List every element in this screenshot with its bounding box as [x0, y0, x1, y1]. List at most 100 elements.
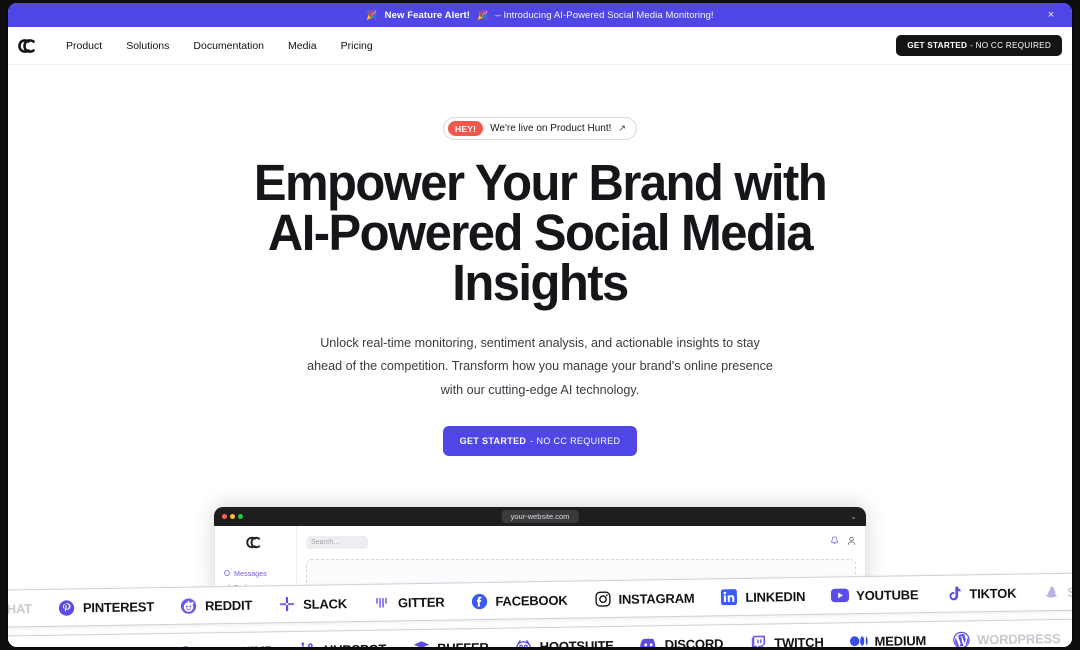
headline-line-3: Insights	[452, 253, 629, 311]
nav-get-started-button[interactable]: GET STARTED - NO CC REQUIRED	[896, 35, 1062, 56]
product-hunt-badge[interactable]: HEY! We're live on Product Hunt! ↗	[443, 117, 637, 140]
logo-item-label: WORDPRESS	[8, 646, 44, 647]
mockup-toolbar-icons	[830, 533, 856, 551]
linkedin-icon	[720, 588, 738, 606]
mockup-brand-logo-icon	[224, 536, 289, 554]
minimize-window-dot[interactable]	[230, 514, 235, 519]
close-window-dot[interactable]	[222, 514, 227, 519]
instagram-icon	[593, 590, 611, 608]
logo-item[interactable]: GITTER	[373, 593, 445, 612]
logo-item-label: MEDIUM	[874, 632, 927, 647]
logo-item[interactable]: SHOPIFY	[69, 643, 150, 647]
wordpress-icon	[952, 630, 970, 647]
logo-item-label: YOUTUBE	[856, 586, 919, 603]
logo-item[interactable]: LINKEDIN	[720, 587, 805, 606]
reddit-icon	[180, 596, 198, 614]
logo-item-label: HOOTSUITE	[539, 637, 614, 647]
logo-item-label: WORDPRESS	[976, 630, 1061, 647]
twitch-icon	[749, 634, 767, 647]
bell-icon[interactable]	[830, 533, 839, 551]
external-link-icon: ↗	[618, 123, 626, 133]
logo-item-label: PINTEREST	[82, 598, 155, 615]
announcement-banner: 🎉 New Feature Alert! 🎉 – Introducing AI-…	[8, 3, 1072, 27]
badge-hey-pill: HEY!	[448, 121, 484, 136]
gitter-icon	[373, 593, 391, 611]
logo-item[interactable]: TWITCH	[749, 633, 824, 647]
logo-item-label: SHOPIFY	[94, 645, 150, 647]
logo-item-label: GITTER	[397, 594, 445, 610]
logo-item[interactable]: TIKTOK	[944, 584, 1016, 603]
nav-item-solutions[interactable]: Solutions	[126, 40, 169, 52]
pinterest-icon	[58, 598, 76, 616]
banner-headline: New Feature Alert!	[384, 9, 471, 21]
logo-item[interactable]: SLACK	[278, 594, 347, 613]
nav-links: Product Solutions Documentation Media Pr…	[66, 40, 373, 52]
logo-item-label: SLACK	[303, 595, 348, 612]
logo-item[interactable]: FACEBOOK	[470, 591, 568, 611]
brand-logo-icon[interactable]	[16, 33, 46, 59]
logo-item[interactable]: REDDIT	[180, 596, 252, 615]
nav-cta-strong: GET STARTED	[907, 41, 968, 50]
logo-item[interactable]: YOUTUBE	[831, 585, 918, 604]
logo-item[interactable]: PCHAT	[8, 599, 32, 618]
facebook-icon	[470, 592, 488, 610]
logo-item[interactable]: WORDPRESS	[952, 629, 1061, 647]
sidebar-item-label: Messages	[234, 568, 267, 578]
maximize-window-dot[interactable]	[238, 514, 243, 519]
headline-line-2: AI-Powered Social Media	[267, 203, 814, 261]
buffer-icon	[412, 639, 430, 647]
youtube-icon	[831, 586, 850, 604]
logo-item-label: INSTAGRAM	[618, 590, 695, 607]
headline-line-1: Empower Your Brand with	[253, 154, 828, 211]
mockup-toolbar: Search...	[306, 533, 856, 551]
banner-subtext: – Introducing AI-Powered Social Media Mo…	[495, 9, 714, 21]
nav-item-product[interactable]: Product	[66, 40, 102, 52]
logo-item[interactable]: BUFFER	[412, 638, 489, 647]
logo-item-label: MAILCHIMP	[201, 643, 273, 647]
logo-item-label: HUBSPOT	[324, 641, 386, 647]
logo-item-label: TWITCH	[774, 634, 824, 647]
logo-item-label: LINKEDIN	[745, 588, 806, 605]
search-input[interactable]: Search...	[306, 535, 368, 549]
logo-item[interactable]: S	[1042, 583, 1072, 602]
main-navbar: Product Solutions Documentation Media Pr…	[8, 27, 1072, 65]
sidebar-item-messages[interactable]: Messages	[222, 566, 289, 580]
slack-icon	[278, 595, 296, 613]
discord-icon	[640, 635, 658, 647]
tiktok-icon	[944, 584, 962, 602]
logo-item[interactable]: DISCORD	[640, 634, 724, 647]
nav-item-media[interactable]: Media	[288, 40, 317, 52]
nav-item-pricing[interactable]: Pricing	[341, 40, 373, 52]
logo-item-label: TIKTOK	[969, 585, 1017, 601]
account-icon[interactable]	[847, 533, 856, 551]
logo-item[interactable]: HUBSPOT	[299, 640, 386, 647]
hubspot-icon	[299, 641, 317, 647]
hero-section: HEY! We're live on Product Hunt! ↗ Empow…	[8, 65, 1072, 647]
hero-cta-strong: GET STARTED	[459, 435, 527, 446]
logo-item[interactable]: INSTAGRAM	[593, 589, 695, 609]
hero-get-started-button[interactable]: GET STARTED - NO CC REQUIRED	[442, 425, 638, 456]
party-popper-icon: 🎉	[366, 9, 378, 20]
logo-item-label: PCHAT	[8, 600, 32, 617]
website-frame: 🎉 New Feature Alert! 🎉 – Introducing AI-…	[8, 3, 1072, 647]
hootsuite-icon	[515, 637, 533, 647]
address-bar[interactable]: your-website.com	[501, 510, 579, 523]
shopify-icon	[69, 644, 87, 647]
logo-item-label: DISCORD	[664, 635, 724, 647]
circle-icon	[224, 569, 230, 578]
close-icon[interactable]: ×	[1044, 8, 1058, 22]
nav-item-documentation[interactable]: Documentation	[193, 40, 264, 52]
logo-item[interactable]: MEDIUM	[849, 631, 926, 647]
logo-item[interactable]: PINTEREST	[58, 597, 154, 617]
logo-marquee-row-1: PCHAT PINTEREST REDDIT SLACK GITTER FACE…	[8, 572, 1072, 628]
logo-item[interactable]: HOOTSUITE	[515, 636, 614, 647]
screenshot-root: 🎉 New Feature Alert! 🎉 – Introducing AI-…	[0, 0, 1080, 650]
mailchimp-icon	[176, 643, 194, 647]
medium-icon	[849, 632, 868, 647]
logo-item-label: REDDIT	[204, 597, 253, 613]
chevron-down-icon[interactable]: ⌄	[850, 512, 857, 521]
logo-item[interactable]: WORDPRESS	[8, 646, 44, 647]
logo-item[interactable]: MAILCHIMP	[176, 641, 273, 647]
nav-cta-light: - NO CC REQUIRED	[970, 41, 1051, 50]
hero-subheadline: Unlock real-time monitoring, sentiment a…	[307, 335, 773, 397]
